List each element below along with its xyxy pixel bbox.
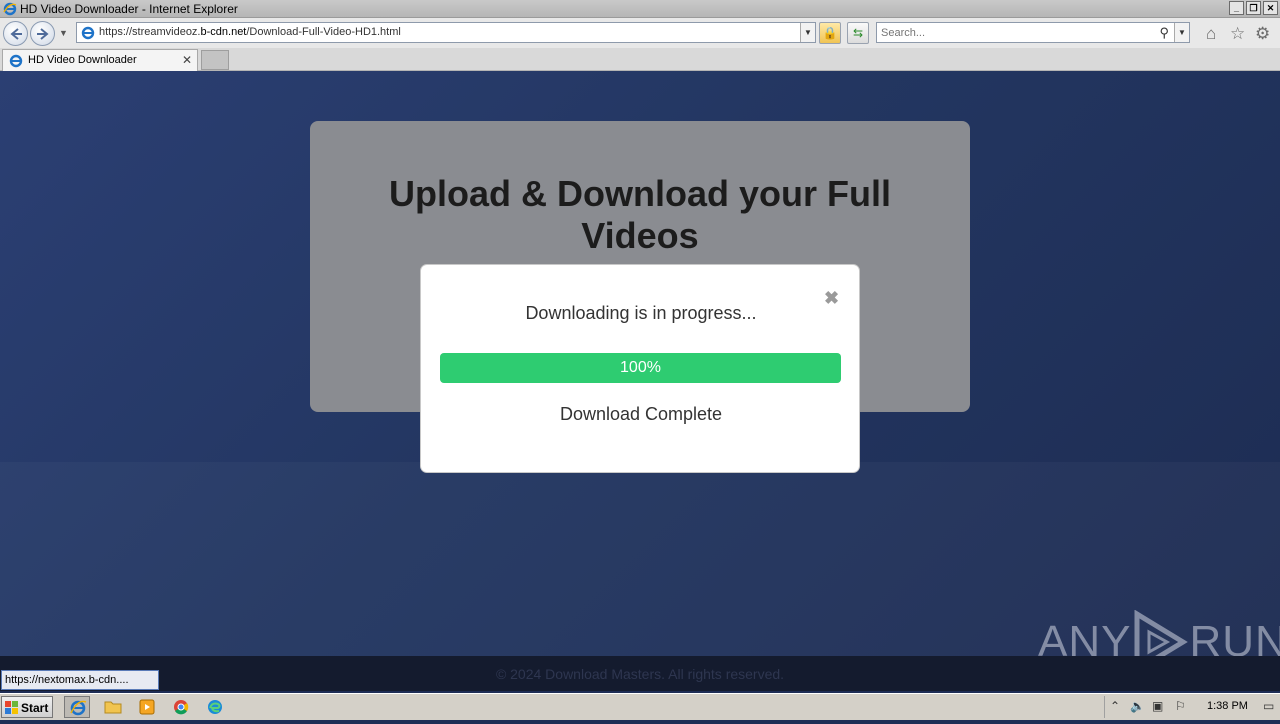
- internet-explorer-icon: [3, 2, 17, 16]
- refresh-icon[interactable]: ⇆: [847, 22, 869, 44]
- window-title: HD Video Downloader - Internet Explorer: [20, 2, 238, 16]
- edge-icon: [208, 700, 222, 714]
- history-dropdown-icon[interactable]: ▼: [59, 28, 68, 38]
- home-icon[interactable]: ⌂: [1206, 25, 1216, 42]
- back-arrow-icon: [10, 28, 22, 40]
- url-domain: b-cdn.net: [200, 26, 247, 38]
- taskbar-file-explorer[interactable]: [100, 696, 126, 718]
- address-dropdown-icon[interactable]: ▼: [800, 23, 815, 42]
- window-controls: _ ❐ ✕: [1229, 1, 1278, 15]
- minimize-button[interactable]: _: [1229, 1, 1244, 15]
- tab-close-icon[interactable]: ✕: [182, 53, 192, 67]
- page-content: Upload & Download your Full Videos ✖ Dow…: [0, 71, 1280, 691]
- new-tab-button[interactable]: [201, 50, 229, 70]
- folder-icon: [104, 701, 122, 714]
- download-complete-text: Download Complete: [559, 404, 723, 424]
- window-titlebar: HD Video Downloader - Internet Explorer …: [0, 0, 1280, 18]
- page-favicon-icon: [81, 26, 95, 40]
- page-heading: Upload & Download your Full Videos: [389, 173, 891, 256]
- navigation-bar: ▼ https://streamvideoz.b-cdn.net/Downloa…: [0, 18, 1280, 48]
- windows-flag-icon: [5, 701, 18, 714]
- start-label: Start: [21, 701, 49, 715]
- show-desktop-icon[interactable]: ▭: [1263, 699, 1274, 713]
- favorites-star-icon[interactable]: ☆: [1230, 25, 1245, 42]
- taskbar-clock[interactable]: 1:38 PM: [1207, 700, 1248, 712]
- restore-button[interactable]: ❐: [1246, 1, 1261, 15]
- system-tray: ⌃ 🔈 ▣ ⚐ 1:38 PM ▭: [1104, 696, 1280, 718]
- settings-gear-icon[interactable]: ⚙: [1255, 25, 1270, 42]
- tab-bar: HD Video Downloader ✕: [0, 48, 1280, 71]
- url-prefix: https://streamvideoz.: [99, 26, 201, 38]
- close-window-button[interactable]: ✕: [1263, 1, 1278, 15]
- windows-taskbar: Start ⌃ 🔈 ▣ ⚐ 1:38 PM ▭: [0, 693, 1280, 720]
- status-url-text: https://nextomax.b-cdn....: [5, 674, 129, 686]
- tab-label: HD Video Downloader: [28, 54, 137, 66]
- taskbar-chrome[interactable]: [168, 696, 194, 718]
- forward-arrow-icon: [37, 28, 49, 40]
- address-url[interactable]: https://streamvideoz.b-cdn.net/Download-…: [99, 26, 401, 38]
- forward-button[interactable]: [30, 21, 55, 46]
- back-button[interactable]: [3, 21, 28, 46]
- media-player-icon: [139, 699, 155, 715]
- progress-label: 100%: [620, 359, 661, 376]
- security-lock-icon[interactable]: 🔒: [819, 22, 841, 44]
- taskbar-media-player[interactable]: [134, 696, 160, 718]
- internet-explorer-icon: [70, 700, 87, 716]
- search-dropdown-icon[interactable]: ▼: [1174, 23, 1189, 42]
- address-bar[interactable]: https://streamvideoz.b-cdn.net/Download-…: [76, 22, 816, 43]
- progress-message: Downloading is in progress...: [525, 303, 757, 323]
- start-button[interactable]: Start: [1, 696, 53, 718]
- tab-favicon-icon: [9, 54, 23, 68]
- tab-hd-video-downloader[interactable]: HD Video Downloader ✕: [2, 49, 198, 71]
- copyright-text: © 2024 Download Masters. All rights rese…: [495, 666, 785, 682]
- taskbar-internet-explorer[interactable]: [64, 696, 90, 718]
- tray-expand-icon[interactable]: ⌃: [1110, 699, 1120, 713]
- search-input[interactable]: [881, 25, 1151, 40]
- page-footer: © 2024 Download Masters. All rights rese…: [0, 656, 1280, 691]
- download-modal: ✖ Downloading is in progress... 100% Dow…: [420, 264, 860, 473]
- chrome-icon: [174, 700, 189, 715]
- status-url-tooltip: https://nextomax.b-cdn....: [1, 670, 159, 690]
- search-box[interactable]: ⚲ ▼: [876, 22, 1190, 43]
- search-icon[interactable]: ⚲: [1159, 25, 1169, 41]
- action-center-flag-icon[interactable]: ⚐: [1175, 699, 1186, 713]
- volume-icon[interactable]: 🔈: [1130, 699, 1145, 713]
- progress-bar: 100%: [440, 353, 841, 383]
- url-path: /Download-Full-Video-HD1.html: [246, 26, 401, 38]
- network-icon[interactable]: ▣: [1152, 699, 1163, 713]
- taskbar-edge[interactable]: [202, 696, 228, 718]
